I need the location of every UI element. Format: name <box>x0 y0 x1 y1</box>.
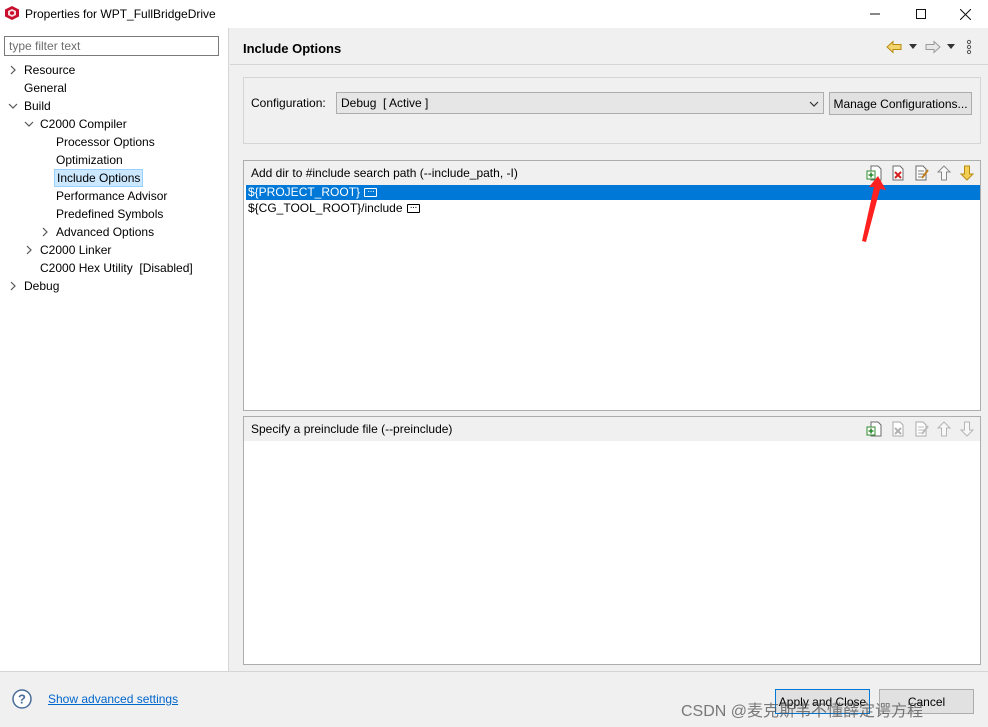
tree-item-label: Processor Options <box>56 135 155 149</box>
more-options-icon[interactable] <box>406 200 420 215</box>
maximize-icon <box>916 9 926 19</box>
tree-item[interactable]: Performance Advisor <box>0 187 229 205</box>
manage-configurations-button[interactable]: Manage Configurations... <box>829 92 972 115</box>
tree-item[interactable]: Predefined Symbols <box>0 205 229 223</box>
configuration-label: Configuration: <box>251 96 326 110</box>
chevron-right-icon[interactable] <box>40 227 50 237</box>
tree-item[interactable]: Debug <box>0 277 229 295</box>
watermark: CSDN @麦克斯韦不懂薛定谔方程 <box>681 703 924 720</box>
edit-icon <box>915 421 929 437</box>
move-down-icon <box>959 421 975 437</box>
forward-dropdown-icon[interactable] <box>947 44 955 50</box>
property-tree-pane: Resource General Build C2000 Compiler Proces… <box>0 28 229 671</box>
ccs-app-icon <box>5 6 19 20</box>
back-dropdown-icon[interactable] <box>909 44 917 50</box>
back-arrow-icon[interactable] <box>886 40 902 54</box>
header-separator <box>230 64 988 65</box>
include-path-text: ${PROJECT_ROOT} <box>248 185 361 199</box>
tree-item-label: Debug <box>24 279 60 293</box>
tree-item-label: Optimization <box>56 153 123 167</box>
annotation-arrow-icon <box>862 176 886 242</box>
tree-item[interactable]: C2000 Compiler <box>0 115 229 133</box>
tree-item-label: C2000 Linker <box>40 243 112 257</box>
tree-item-label: Predefined Symbols <box>56 207 164 221</box>
window-title: Properties for WPT_FullBridgeDrive <box>25 7 216 21</box>
tree-item[interactable]: C2000 Linker <box>0 241 229 259</box>
svg-text:?: ? <box>18 692 26 707</box>
move-down-icon[interactable] <box>958 164 976 182</box>
move-up-icon[interactable] <box>935 164 953 182</box>
tree-item-label: Performance Advisor <box>56 189 168 203</box>
chevron-down-icon[interactable] <box>24 119 34 129</box>
tree-item-label: General <box>24 81 67 95</box>
include-path-title: Add dir to #include search path (--inclu… <box>251 166 518 180</box>
forward-arrow-icon[interactable] <box>925 40 941 54</box>
filter-input[interactable] <box>4 36 219 56</box>
tree-item[interactable]: C2000 Hex Utility [Disabled] <box>0 259 229 277</box>
tree-item[interactable]: Optimization <box>0 151 229 169</box>
preinclude-header: Specify a preinclude file (--preinclude) <box>244 417 980 441</box>
chevron-down-icon[interactable] <box>8 101 18 111</box>
edit-icon[interactable] <box>912 164 930 182</box>
preinclude-panel: Specify a preinclude file (--preinclude) <box>243 416 981 665</box>
add-icon[interactable] <box>866 420 884 438</box>
maximize-button[interactable] <box>898 0 944 28</box>
close-window-button[interactable] <box>942 0 988 28</box>
more-options-icon[interactable] <box>364 184 378 199</box>
more-vertical-icon[interactable] <box>966 39 972 55</box>
chevron-right-icon[interactable] <box>8 281 18 291</box>
minimize-icon <box>870 13 880 15</box>
move-up-icon <box>936 421 952 437</box>
include-path-text: ${CG_TOOL_ROOT}/include <box>248 201 403 215</box>
tree-item-label: C2000 Hex Utility [Disabled] <box>40 261 193 275</box>
tree-item[interactable]: Resource <box>0 61 229 79</box>
tree-item[interactable]: Advanced Options <box>0 223 229 241</box>
tree-item-label: Resource <box>24 63 76 77</box>
tree-item-label: Advanced Options <box>56 225 155 239</box>
tree-item-label: C2000 Compiler <box>40 117 127 131</box>
page-title: Include Options <box>243 41 342 56</box>
tree-item-label: Include Options <box>54 169 144 187</box>
tree-item[interactable]: Build <box>0 97 229 115</box>
chevron-down-icon <box>809 101 819 107</box>
configuration-selected-value: Debug [ Active ] <box>341 96 429 110</box>
show-advanced-settings-link[interactable]: Show advanced settings <box>48 692 178 706</box>
configuration-select[interactable]: Debug [ Active ] <box>336 92 824 114</box>
chevron-right-icon[interactable] <box>24 245 34 255</box>
delete-icon[interactable] <box>889 164 907 182</box>
tree-item-label: Build <box>24 99 51 113</box>
minimize-button[interactable] <box>852 0 898 28</box>
close-icon <box>959 8 971 20</box>
delete-icon <box>892 421 904 437</box>
chevron-right-icon[interactable] <box>8 65 18 75</box>
tree-item[interactable]: Processor Options <box>0 133 229 151</box>
help-icon[interactable]: ? <box>12 689 32 709</box>
tree-item[interactable]: General <box>0 79 229 97</box>
tree-item[interactable]: Include Options <box>0 169 229 187</box>
preinclude-toolbar <box>866 420 976 438</box>
preinclude-title: Specify a preinclude file (--preinclude) <box>251 422 453 436</box>
